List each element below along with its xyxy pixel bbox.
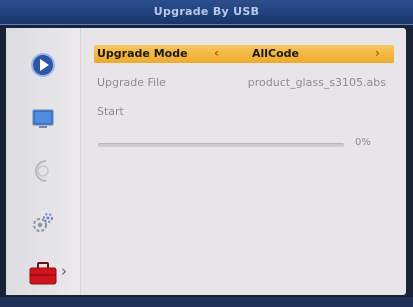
upgrade-file-label: Upgrade File <box>97 76 166 89</box>
progress-bar <box>98 143 344 147</box>
right-arrow-icon[interactable]: › <box>375 46 380 60</box>
window-title: Upgrade By USB <box>153 5 260 18</box>
upgrade-file-value: product_glass_s3105.abs <box>247 76 386 89</box>
tv-monitor-icon[interactable] <box>28 103 58 133</box>
title-bar: Upgrade By USB <box>0 0 413 25</box>
start-label: Start <box>97 105 124 118</box>
sidebar <box>6 28 81 295</box>
bottom-bar <box>0 297 413 307</box>
sidebar-selection-arrow: › <box>61 262 67 280</box>
upgrade-mode-row[interactable]: Upgrade Mode ‹ AllCode › <box>94 45 394 63</box>
upgrade-mode-value: AllCode <box>252 47 300 60</box>
media-play-icon[interactable] <box>28 50 58 80</box>
settings-gears-icon[interactable] <box>28 208 58 238</box>
globe-icon[interactable] <box>28 156 58 186</box>
progress-percent: 0% <box>355 137 371 148</box>
upgrade-file-row[interactable]: Upgrade File product_glass_s3105.abs <box>94 74 394 92</box>
screen: Upgrade By USB › Upgrade Mode ‹ AllCode … <box>0 0 413 307</box>
toolbox-icon[interactable] <box>28 258 58 288</box>
upgrade-mode-label: Upgrade Mode <box>97 47 188 60</box>
start-row[interactable]: Start <box>94 103 394 121</box>
left-arrow-icon[interactable]: ‹ <box>214 46 219 60</box>
